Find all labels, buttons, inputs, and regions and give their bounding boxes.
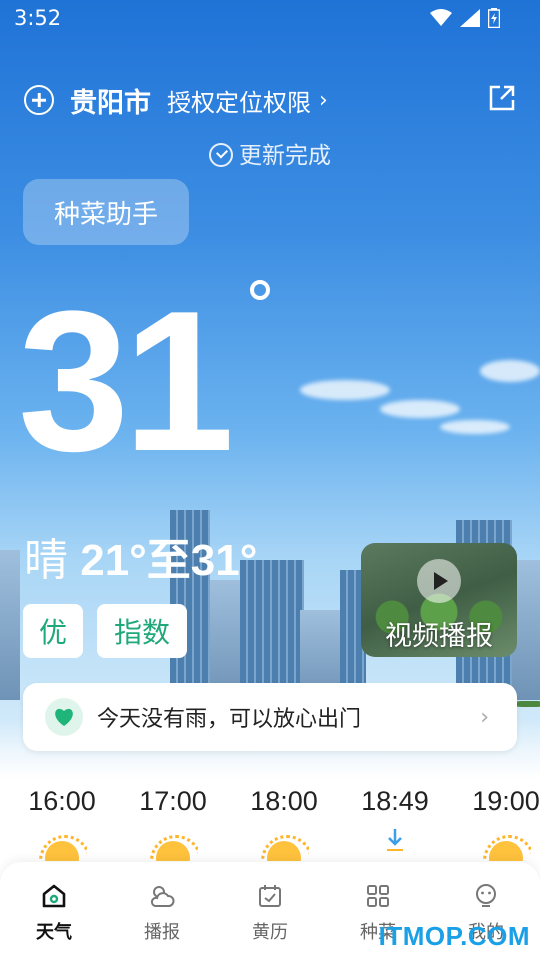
- sunset-icon: [387, 829, 403, 851]
- degree-symbol: [250, 280, 270, 300]
- update-status-text: 更新完成: [239, 143, 331, 169]
- cloud-sun-icon: [150, 886, 175, 907]
- chevron-right-icon: ›: [480, 704, 489, 730]
- profile-icon: [476, 884, 496, 907]
- add-city-icon[interactable]: [24, 85, 54, 115]
- location-permission-link[interactable]: 授权定位权限: [167, 83, 311, 118]
- signal-icon: [460, 9, 480, 27]
- weather-condition-line: 晴 21°至31°: [24, 524, 257, 588]
- hourly-item: 16:00: [12, 786, 112, 861]
- hourly-item: 18:49: [345, 786, 445, 855]
- vegetable-helper-button[interactable]: 种菜助手: [23, 179, 189, 245]
- cloud-decoration: [300, 380, 390, 400]
- tab-weather[interactable]: 天气: [0, 862, 108, 960]
- rain-notice-card[interactable]: 今天没有雨，可以放心出门 ›: [23, 683, 517, 751]
- hourly-time: 16:00: [28, 786, 96, 816]
- tab-almanac[interactable]: 黄历: [216, 862, 324, 960]
- hourly-forecast: 16:00 17:00 18:00 18:49 19:00: [0, 786, 540, 866]
- hourly-item: 17:00: [123, 786, 223, 861]
- sun-icon: [37, 831, 87, 861]
- life-index-badge[interactable]: 指数: [97, 604, 187, 658]
- sun-icon: [148, 831, 198, 861]
- cloud-decoration: [380, 400, 460, 418]
- hourly-item: 19:00: [456, 786, 540, 861]
- video-forecast-label: 视频播报: [385, 621, 493, 652]
- heart-icon: [45, 698, 83, 736]
- chevron-right-icon: ›: [319, 87, 328, 113]
- status-bar: 3:52: [0, 0, 540, 40]
- home-icon: [42, 884, 66, 908]
- share-icon[interactable]: [488, 84, 516, 112]
- wifi-icon: [430, 9, 452, 26]
- sun-icon: [481, 831, 531, 861]
- tab-label: 天气: [36, 922, 72, 943]
- current-temperature: 31: [18, 270, 234, 493]
- air-quality-badge[interactable]: 优: [23, 604, 83, 658]
- hourly-time: 18:49: [361, 786, 429, 816]
- weather-condition: 晴: [24, 535, 68, 586]
- site-watermark: ITMOP.COM: [378, 921, 530, 951]
- tab-label: 黄历: [252, 922, 288, 943]
- temperature-range: 21°至31°: [80, 536, 258, 585]
- update-status: 更新完成: [0, 136, 540, 170]
- grid-icon: [367, 885, 389, 907]
- sun-icon: [259, 831, 309, 861]
- hourly-time: 19:00: [472, 786, 540, 816]
- status-icons: [430, 8, 500, 28]
- hourly-item: 18:00: [234, 786, 334, 861]
- rain-notice-text: 今天没有雨，可以放心出门: [97, 707, 362, 732]
- play-icon[interactable]: [417, 559, 461, 603]
- tab-label: 播报: [144, 922, 180, 943]
- check-circle-icon: [209, 143, 233, 167]
- hourly-time: 17:00: [139, 786, 207, 816]
- cloud-decoration: [480, 360, 540, 382]
- calendar-icon: [259, 885, 281, 907]
- cloud-decoration: [440, 420, 510, 434]
- video-forecast-card[interactable]: 视频播报: [361, 543, 517, 657]
- battery-icon: [488, 8, 500, 28]
- status-time: 3:52: [14, 6, 62, 30]
- hourly-time: 18:00: [250, 786, 318, 816]
- tab-broadcast[interactable]: 播报: [108, 862, 216, 960]
- location-bar: 贵阳市 授权定位权限 ›: [24, 80, 516, 120]
- city-name[interactable]: 贵阳市: [70, 81, 151, 120]
